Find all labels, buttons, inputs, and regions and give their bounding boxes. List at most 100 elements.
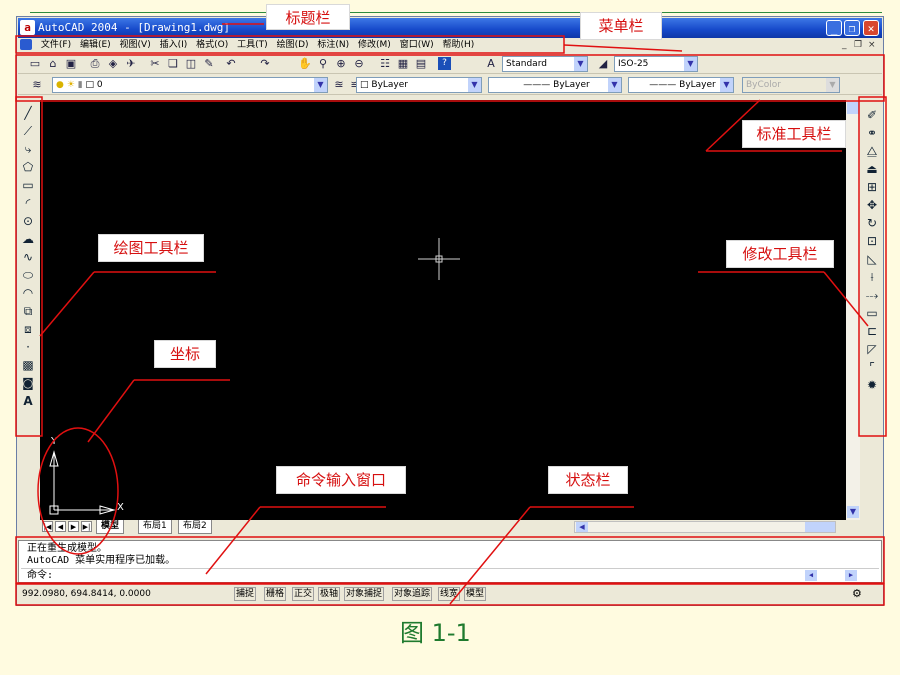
zoom-realtime-icon[interactable]: ⚲ <box>316 57 330 71</box>
ellipse-icon[interactable]: ⬭ <box>21 268 35 282</box>
polar-toggle[interactable]: 极轴 <box>318 587 341 601</box>
spline-icon[interactable]: ∿ <box>21 250 35 264</box>
pan-icon[interactable]: ✋ <box>298 57 312 71</box>
scale-icon[interactable]: ⊡ <box>865 234 879 248</box>
horizontal-scrollbar[interactable]: ◀ <box>574 521 836 533</box>
lineweight-select[interactable]: ——— ByLayer ▼ <box>628 77 734 93</box>
copy-object-icon[interactable]: ⚭ <box>865 126 879 140</box>
layer-manager-icon[interactable]: ≋ <box>30 78 44 92</box>
undo-icon[interactable]: ↶ <box>224 57 238 71</box>
offset-icon[interactable]: ⏏ <box>865 162 879 176</box>
join-icon[interactable]: ⊏ <box>865 324 879 338</box>
arc-icon[interactable]: ◜ <box>21 196 35 210</box>
chevron-down-icon[interactable]: ▼ <box>608 78 621 92</box>
ellipse-arc-icon[interactable]: ◠ <box>21 286 35 300</box>
chevron-down-icon[interactable]: ▼ <box>314 78 327 92</box>
stretch-icon[interactable]: ◺ <box>865 252 879 266</box>
linetype-select[interactable]: ——— ByLayer ▼ <box>488 77 622 93</box>
erase-icon[interactable]: ✐ <box>865 108 879 122</box>
construction-line-icon[interactable]: ⟋ <box>21 124 35 138</box>
zoom-previous-icon[interactable]: ⊖ <box>352 57 366 71</box>
grid-toggle[interactable]: 栅格 <box>264 587 287 601</box>
osnap-toggle[interactable]: 对象捕捉 <box>344 587 385 601</box>
chevron-down-icon[interactable]: ▼ <box>574 57 587 71</box>
model-toggle[interactable]: 模型 <box>464 587 487 601</box>
prev-tab-icon[interactable]: ◀ <box>55 521 66 532</box>
cmd-scroll-right-icon[interactable]: ▶ <box>845 570 857 581</box>
restore-button[interactable]: ❐ <box>844 20 860 36</box>
print-icon[interactable]: ⎙ <box>88 57 102 71</box>
menu-modify[interactable]: 修改(M) <box>358 38 391 53</box>
match-properties-icon[interactable]: ✎ <box>202 57 216 71</box>
multiline-text-icon[interactable]: A <box>21 394 35 408</box>
polygon-icon[interactable]: ⬠ <box>21 160 35 174</box>
scroll-left-arrow-icon[interactable]: ◀ <box>576 522 588 532</box>
array-icon[interactable]: ⊞ <box>865 180 879 194</box>
doc-minimize-button[interactable]: _ <box>842 38 847 53</box>
redo-icon[interactable]: ↷ <box>258 57 272 71</box>
doc-restore-button[interactable]: ❐ <box>854 38 862 53</box>
dim-style-icon[interactable]: ◢ <box>596 57 610 71</box>
menu-format[interactable]: 格式(O) <box>196 38 228 53</box>
rotate-icon[interactable]: ↻ <box>865 216 879 230</box>
hatch-icon[interactable]: ▩ <box>21 358 35 372</box>
trim-icon[interactable]: ⟊ <box>865 270 879 284</box>
copy-icon[interactable]: ❏ <box>166 57 180 71</box>
menu-window[interactable]: 窗口(W) <box>400 38 434 53</box>
tab-model[interactable]: 模型 <box>96 520 125 534</box>
cmd-scroll-left-icon[interactable]: ◀ <box>805 570 817 581</box>
zoom-window-icon[interactable]: ⊕ <box>334 57 348 71</box>
menu-file[interactable]: 文件(F) <box>41 38 71 53</box>
color-select[interactable]: □ ByLayer ▼ <box>356 77 482 93</box>
tab-layout1[interactable]: 布局1 <box>138 520 172 534</box>
extend-icon[interactable]: ⤏ <box>865 288 879 302</box>
text-style-select[interactable]: Standard ▼ <box>502 56 588 72</box>
drawing-canvas[interactable]: Y X <box>40 100 846 520</box>
make-block-icon[interactable]: ⧈ <box>21 322 35 336</box>
dim-style-select[interactable]: ISO-25 ▼ <box>614 56 698 72</box>
snap-toggle[interactable]: 捕捉 <box>234 587 257 601</box>
autocad-app-icon[interactable]: a <box>20 20 35 35</box>
publish-icon[interactable]: ✈ <box>124 57 138 71</box>
menu-insert[interactable]: 插入(I) <box>160 38 188 53</box>
break-icon[interactable]: ▭ <box>865 306 879 320</box>
explode-icon[interactable]: ✹ <box>865 378 879 392</box>
otrack-toggle[interactable]: 对象追踪 <box>392 587 433 601</box>
close-button[interactable]: ✕ <box>863 20 879 36</box>
title-bar[interactable]: a AutoCAD 2004 - [Drawing1.dwg] _ ❐ ✕ <box>18 18 882 38</box>
tray-settings-icon[interactable]: ⚙ <box>852 586 862 602</box>
new-file-icon[interactable]: ▭ <box>28 57 42 71</box>
minimize-button[interactable]: _ <box>826 20 842 36</box>
move-icon[interactable]: ✥ <box>865 198 879 212</box>
layer-select[interactable]: ● ☀ ▮ □ 0 ▼ <box>52 77 328 93</box>
scroll-thumb[interactable] <box>805 522 835 532</box>
menu-help[interactable]: 帮助(H) <box>443 38 475 53</box>
insert-block-icon[interactable]: ⧉ <box>21 304 35 318</box>
text-style-icon[interactable]: A <box>484 57 498 71</box>
revision-cloud-icon[interactable]: ☁ <box>21 232 35 246</box>
chevron-down-icon[interactable]: ▼ <box>684 57 697 71</box>
scroll-down-arrow-icon[interactable]: ▼ <box>847 506 859 518</box>
paste-icon[interactable]: ◫ <box>184 57 198 71</box>
design-center-icon[interactable]: ▦ <box>396 57 410 71</box>
properties-icon[interactable]: ☷ <box>378 57 392 71</box>
menu-draw[interactable]: 绘图(D) <box>277 38 309 53</box>
region-icon[interactable]: ◙ <box>21 376 35 390</box>
command-window[interactable]: 正在重生成模型。 AutoCAD 菜单实用程序已加载。 命令: ◀ ▶ <box>18 540 882 583</box>
circle-icon[interactable]: ⊙ <box>21 214 35 228</box>
document-menu-icon[interactable] <box>20 39 32 50</box>
point-icon[interactable]: · <box>21 340 35 354</box>
lineweight-toggle[interactable]: 线宽 <box>438 587 461 601</box>
tool-palettes-icon[interactable]: ▤ <box>414 57 428 71</box>
menu-dimension[interactable]: 标注(N) <box>317 38 349 53</box>
last-tab-icon[interactable]: ▶| <box>81 521 92 532</box>
chevron-down-icon[interactable]: ▼ <box>720 78 733 92</box>
mirror-icon[interactable]: ⧋ <box>865 144 879 158</box>
help-icon[interactable]: ? <box>438 57 451 70</box>
vertical-scrollbar[interactable]: ▼ <box>846 100 860 520</box>
next-tab-icon[interactable]: ▶ <box>68 521 79 532</box>
ortho-toggle[interactable]: 正交 <box>292 587 315 601</box>
fillet-icon[interactable]: ⌜ <box>865 360 879 374</box>
scroll-thumb[interactable] <box>847 102 859 114</box>
tab-layout2[interactable]: 布局2 <box>178 520 212 534</box>
